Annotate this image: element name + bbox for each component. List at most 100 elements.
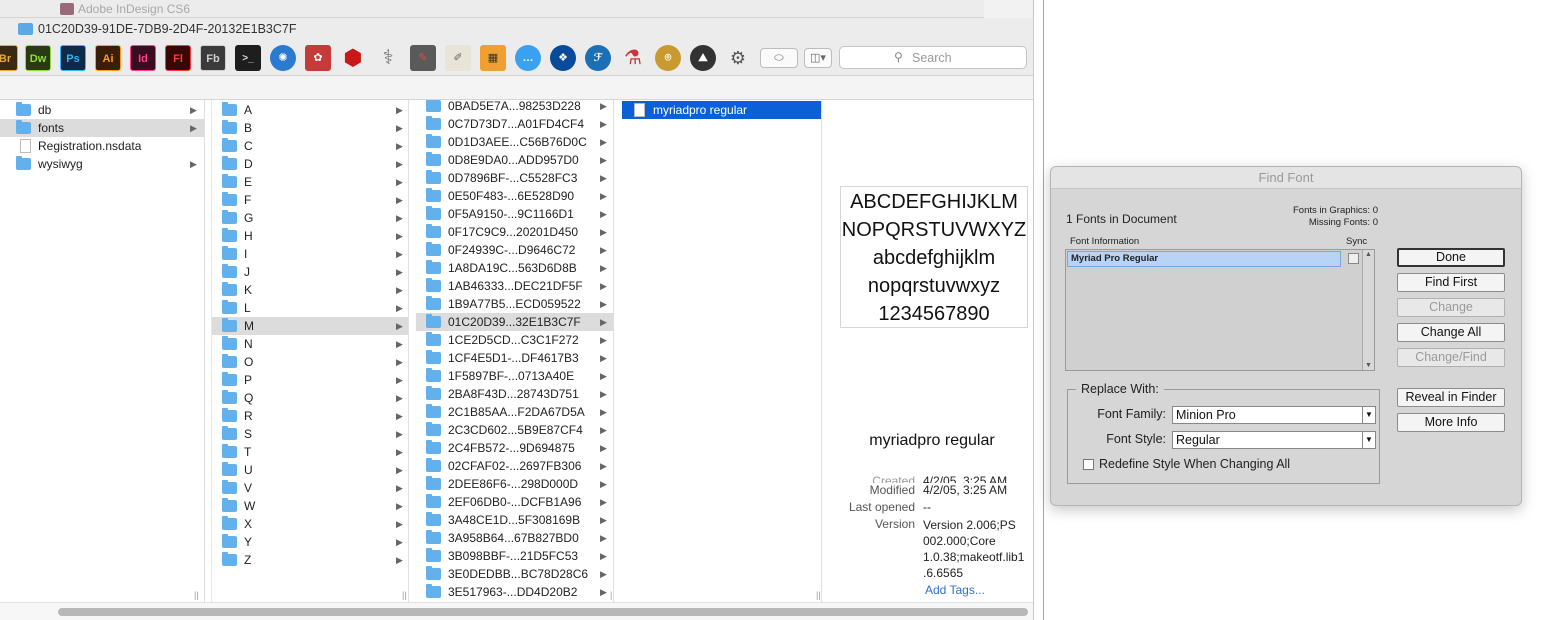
column-2-item[interactable]: J ▶ bbox=[212, 263, 408, 281]
font-list-scrollbar[interactable]: ▲ ▼ bbox=[1362, 250, 1374, 370]
sync-checkbox[interactable] bbox=[1348, 253, 1359, 264]
flash-icon[interactable]: Fl bbox=[165, 45, 191, 71]
scroll-up-icon[interactable]: ▲ bbox=[1365, 251, 1372, 258]
scrollbar-thumb[interactable] bbox=[58, 608, 1028, 616]
column-1-item[interactable]: db ▶ bbox=[0, 101, 204, 119]
column-3-item[interactable]: 1CF4E5D1-...DF4617B3 ▶ bbox=[416, 349, 613, 367]
dialog-title[interactable]: Find Font bbox=[1051, 167, 1521, 189]
column-3-item[interactable]: 0C7D73D7...A01FD4CF4 ▶ bbox=[416, 115, 613, 133]
column-3-item[interactable]: 3E517963-...DD4D20B2 ▶ bbox=[416, 583, 613, 601]
column-2-item[interactable]: T ▶ bbox=[212, 443, 408, 461]
change-find-button[interactable]: Change/Find bbox=[1397, 348, 1505, 367]
column-2-item[interactable]: R ▶ bbox=[212, 407, 408, 425]
column-2-item[interactable]: K ▶ bbox=[212, 281, 408, 299]
reveal-in-finder-button[interactable]: Reveal in Finder bbox=[1397, 388, 1505, 407]
column-resize-handle[interactable]: || bbox=[402, 590, 407, 600]
browser-app-icon[interactable]: ℱ bbox=[585, 45, 611, 71]
bridge-icon[interactable]: Br bbox=[0, 45, 18, 71]
column-3-item[interactable]: 2EF06DB0-...DCFB1A96 ▶ bbox=[416, 493, 613, 511]
tag-button[interactable]: ⬭ bbox=[760, 48, 798, 68]
column-3-item[interactable]: 01C20D39...32E1B3C7F ▶ bbox=[416, 313, 613, 331]
column-2-item[interactable]: H ▶ bbox=[212, 227, 408, 245]
column-3-item[interactable]: 0BAD5E7A...98253D228 ▶ bbox=[416, 100, 613, 115]
column-2-item[interactable]: L ▶ bbox=[212, 299, 408, 317]
calculator-icon[interactable]: ▦ bbox=[480, 45, 506, 71]
done-button[interactable]: Done bbox=[1397, 248, 1505, 267]
column-resize-handle[interactable]: || bbox=[194, 590, 199, 600]
column-3-item[interactable]: 0E50F483-...6E528D90 ▶ bbox=[416, 187, 613, 205]
column-2-item[interactable]: W ▶ bbox=[212, 497, 408, 515]
column-3-item[interactable]: 0F17C9C9...20201D450 ▶ bbox=[416, 223, 613, 241]
column-1-item[interactable]: fonts ▶ bbox=[0, 119, 204, 137]
flash-builder-icon[interactable]: Fb bbox=[200, 45, 226, 71]
column-2-item[interactable]: Y ▶ bbox=[212, 533, 408, 551]
dropbox-icon[interactable]: ❖ bbox=[550, 45, 576, 71]
column-resize-handle[interactable]: || bbox=[816, 590, 821, 600]
font-family-select[interactable]: Minion Pro ▼ bbox=[1172, 406, 1376, 424]
font-style-select[interactable]: Regular ▼ bbox=[1172, 431, 1376, 449]
column-2-item[interactable]: U ▶ bbox=[212, 461, 408, 479]
sequel-app-icon[interactable]: ⛰ bbox=[690, 45, 716, 71]
dreamweaver-icon[interactable]: Dw bbox=[25, 45, 51, 71]
messages-icon[interactable]: … bbox=[515, 45, 541, 71]
column-2-item[interactable]: X ▶ bbox=[212, 515, 408, 533]
column-2-item[interactable]: S ▶ bbox=[212, 425, 408, 443]
column-2-item[interactable]: V ▶ bbox=[212, 479, 408, 497]
column-3-item[interactable]: 0D7896BF-...C5528FC3 ▶ bbox=[416, 169, 613, 187]
column-1-item[interactable]: Registration.nsdata bbox=[0, 137, 204, 155]
vmware-app-icon[interactable]: ⚙ bbox=[725, 45, 751, 71]
redefine-style-checkbox[interactable] bbox=[1083, 459, 1094, 470]
column-2-item[interactable]: O ▶ bbox=[212, 353, 408, 371]
column-3-item[interactable]: 1AB46333...DEC21DF5F ▶ bbox=[416, 277, 613, 295]
column-3-item[interactable]: 2C1B85AA...F2DA67D5A ▶ bbox=[416, 403, 613, 421]
column-3-item[interactable]: 0D1D3AEE...C56B76D0C ▶ bbox=[416, 133, 613, 151]
scroll-down-icon[interactable]: ▼ bbox=[1365, 362, 1372, 369]
script-editor-icon[interactable]: ✎ bbox=[410, 45, 436, 71]
column-2-item[interactable]: N ▶ bbox=[212, 335, 408, 353]
indesign-icon[interactable]: Id bbox=[130, 45, 156, 71]
background-window-titlebar[interactable]: Adobe InDesign CS6 bbox=[0, 0, 984, 18]
column-2-item[interactable]: C ▶ bbox=[212, 137, 408, 155]
column-3-item[interactable]: 2BA8F43D...28743D751 ▶ bbox=[416, 385, 613, 403]
more-info-button[interactable]: More Info bbox=[1397, 413, 1505, 432]
finder-titlebar[interactable]: 01C20D39-91DE-7DB9-2D4F-20132E1B3C7F bbox=[0, 18, 1033, 40]
column-resize-handle[interactable]: || bbox=[610, 590, 613, 600]
column-3-item[interactable]: 0F5A9150-...9C1166D1 ▶ bbox=[416, 205, 613, 223]
gem-app-icon[interactable]: ⬢ bbox=[340, 45, 366, 71]
column-2-item[interactable]: I ▶ bbox=[212, 245, 408, 263]
column-3-item[interactable]: 2C4FB572-...9D694875 ▶ bbox=[416, 439, 613, 457]
column-3-item[interactable]: 0F24939C-...D9646C72 ▶ bbox=[416, 241, 613, 259]
column-2-item[interactable]: B ▶ bbox=[212, 119, 408, 137]
font-list-item[interactable]: Myriad Pro Regular bbox=[1067, 251, 1341, 267]
change-button[interactable]: Change bbox=[1397, 298, 1505, 317]
network-icon[interactable]: ✺ bbox=[270, 45, 296, 71]
terminal-icon[interactable]: >_ bbox=[235, 45, 261, 71]
column-3-item[interactable]: 2DEE86F6-...298D000D ▶ bbox=[416, 475, 613, 493]
notes-app-icon[interactable]: ✐ bbox=[445, 45, 471, 71]
column-2-item[interactable]: D ▶ bbox=[212, 155, 408, 173]
column-2-item[interactable]: G ▶ bbox=[212, 209, 408, 227]
column-3-item[interactable]: 0D8E9DA0...ADD957D0 ▶ bbox=[416, 151, 613, 169]
column-2-item[interactable]: P ▶ bbox=[212, 371, 408, 389]
utility-app-icon[interactable]: ✿ bbox=[305, 45, 331, 71]
column-3-item[interactable]: 3A48CE1D...5F308169B ▶ bbox=[416, 511, 613, 529]
column-3-item[interactable]: 02CFAF02-...2697FB306 ▶ bbox=[416, 457, 613, 475]
column-2-item[interactable]: A ▶ bbox=[212, 101, 408, 119]
column-3-item[interactable]: 1A8DA19C...563D6D8B ▶ bbox=[416, 259, 613, 277]
column-2-item[interactable]: Q ▶ bbox=[212, 389, 408, 407]
illustrator-icon[interactable]: Ai bbox=[95, 45, 121, 71]
archive-app-icon[interactable]: ⌾ bbox=[655, 45, 681, 71]
column-3-item[interactable]: 1B9A77B5...ECD059522 ▶ bbox=[416, 295, 613, 313]
add-tags-link[interactable]: Add Tags... bbox=[925, 583, 985, 597]
column-3-item[interactable]: 1CE2D5CD...C3C1F272 ▶ bbox=[416, 331, 613, 349]
column-4-item[interactable]: myriadpro regular bbox=[622, 101, 821, 119]
find-first-button[interactable]: Find First bbox=[1397, 273, 1505, 292]
change-all-button[interactable]: Change All bbox=[1397, 323, 1505, 342]
column-3-item[interactable]: 2C3CD602...5B9E87CF4 ▶ bbox=[416, 421, 613, 439]
action-button[interactable]: ◫▾ bbox=[804, 48, 832, 68]
column-2-item[interactable]: E ▶ bbox=[212, 173, 408, 191]
column-3-item[interactable]: 1F5897BF-...0713A40E ▶ bbox=[416, 367, 613, 385]
column-2-item[interactable]: M ▶ bbox=[212, 317, 408, 335]
column-2-item[interactable]: Z ▶ bbox=[212, 551, 408, 569]
cleaner-app-icon[interactable]: ⚗ bbox=[620, 45, 646, 71]
